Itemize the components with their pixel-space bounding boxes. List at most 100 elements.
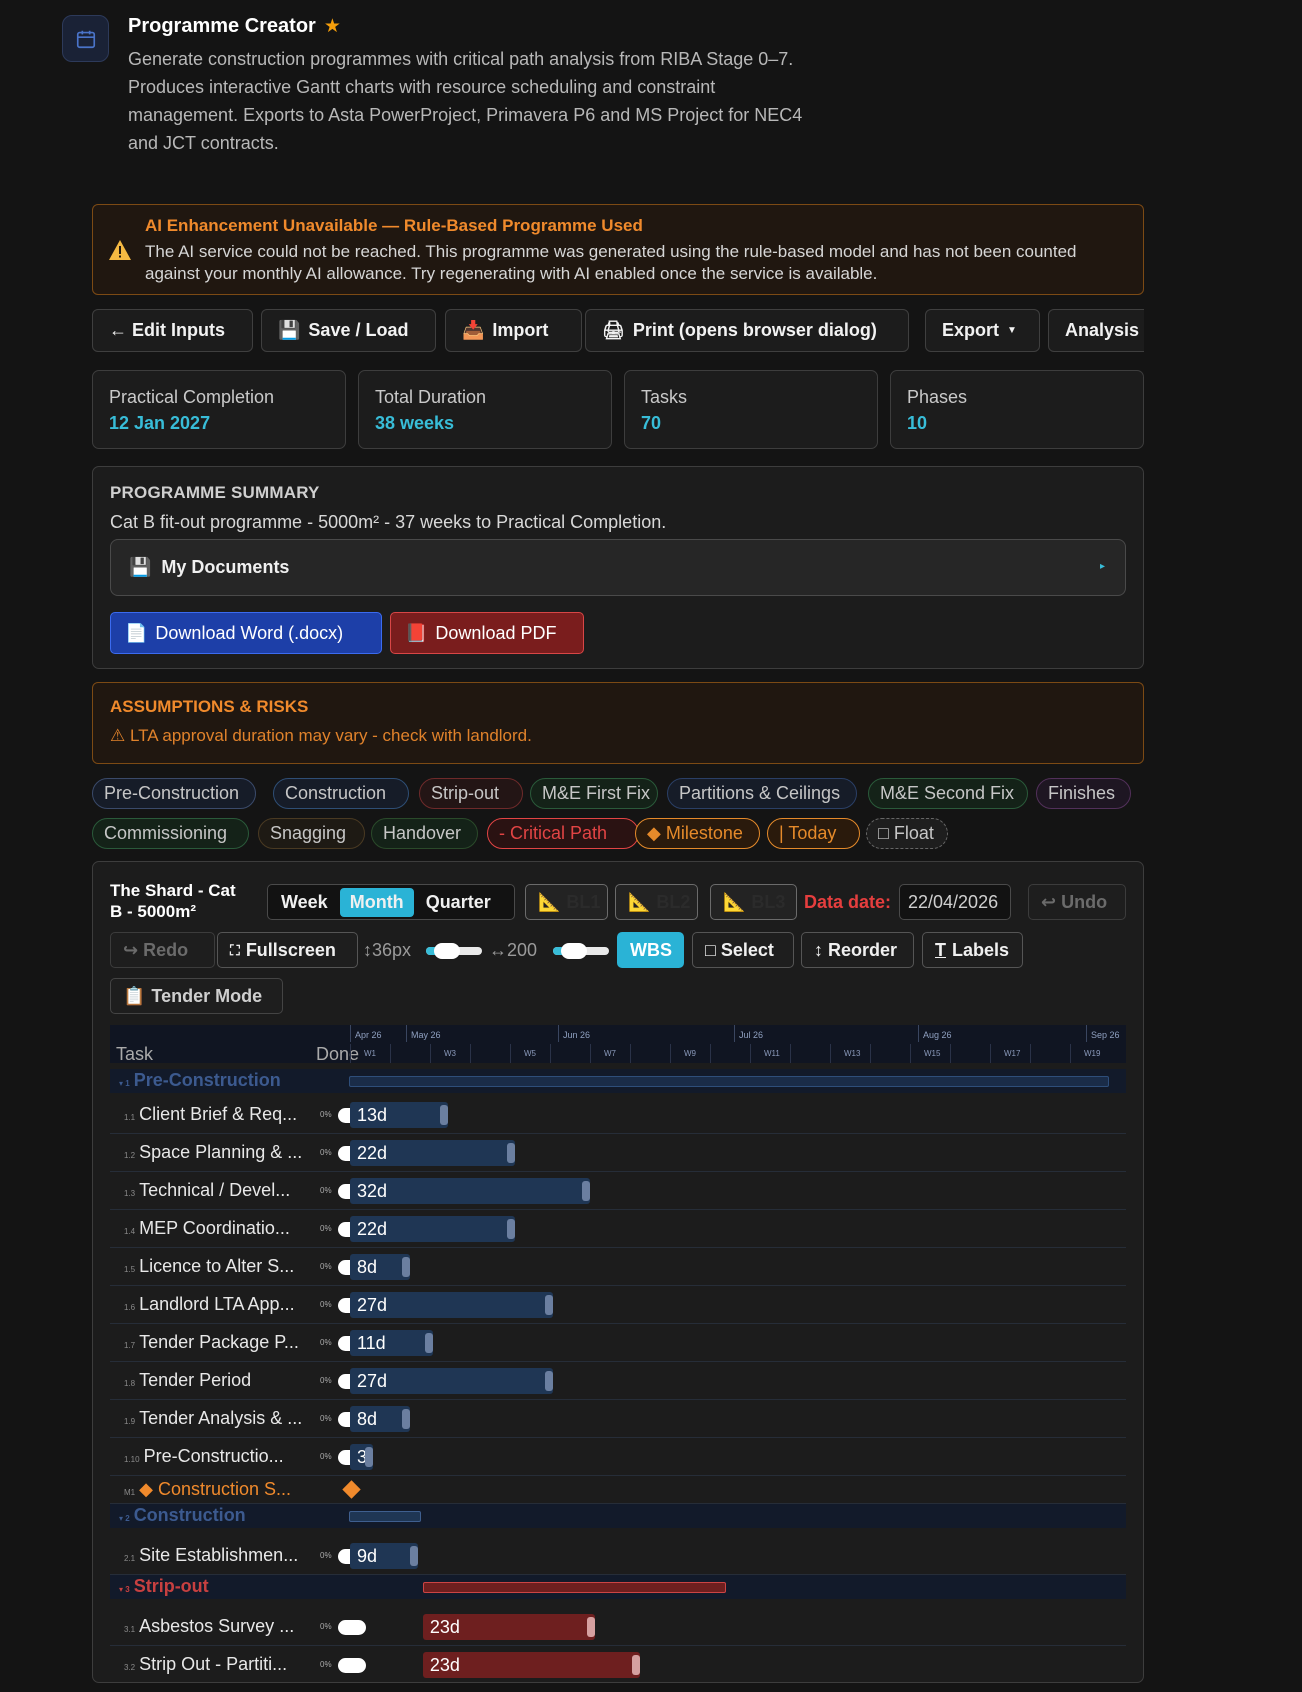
legend-chip[interactable]: Pre-Construction — [92, 778, 256, 809]
favorite-star-icon[interactable]: ★ — [324, 16, 341, 37]
task-name: 1.9 Tender Analysis & ... — [124, 1408, 302, 1429]
view-quarter-button[interactable]: Quarter — [416, 888, 501, 917]
task-bar[interactable]: 23d — [422, 1614, 596, 1640]
complete-toggle[interactable] — [338, 1658, 366, 1673]
redo-label: ↪ Redo — [123, 939, 189, 960]
phase-row[interactable]: ▾ 3 Strip-out — [110, 1575, 1126, 1599]
baseline-1-button[interactable]: 📐 BL1 — [525, 884, 608, 920]
task-row[interactable]: 1.1 Client Brief & Req... 0% 13d — [110, 1096, 1126, 1134]
task-row[interactable]: 1.7 Tender Package P... 0% 11d — [110, 1324, 1126, 1362]
phase-row[interactable]: ▾ 2 Construction — [110, 1504, 1126, 1528]
task-row[interactable]: 1.3 Technical / Devel... 0% 32d — [110, 1172, 1126, 1210]
column-width-slider[interactable] — [553, 943, 609, 959]
milestone-diamond-icon[interactable] — [342, 1480, 361, 1499]
my-documents-toggle[interactable]: 💾 My Documents ▸ — [110, 539, 1126, 596]
save-load-button[interactable]: 💾 Save / Load — [261, 309, 436, 352]
undo-button[interactable]: ↩ Undo — [1028, 884, 1126, 920]
clipboard-icon: 📋 — [123, 985, 146, 1006]
task-bar[interactable]: 32d — [350, 1178, 590, 1204]
download-pdf-button[interactable]: 📕 Download PDF — [390, 612, 584, 654]
legend-chip[interactable]: Partitions & Ceilings — [667, 778, 857, 809]
tender-mode-button[interactable]: 📋 Tender Mode — [110, 978, 283, 1014]
print-button[interactable]: 🖨 Print (opens browser dialog) — [585, 309, 909, 352]
analysis-button[interactable]: Analysis — [1048, 309, 1144, 352]
task-row[interactable]: 1.9 Tender Analysis & ... 0% 8d — [110, 1400, 1126, 1438]
set-square-icon: 📐 — [538, 891, 561, 912]
resize-handle[interactable] — [587, 1617, 596, 1637]
legend-chip[interactable]: | Today — [767, 818, 860, 849]
import-button[interactable]: 📥 Import — [445, 309, 582, 352]
task-row[interactable]: 1.8 Tender Period 0% 27d — [110, 1362, 1126, 1400]
resize-handle[interactable] — [544, 1295, 553, 1315]
fullscreen-label: Fullscreen — [245, 939, 336, 960]
task-bar[interactable]: 27d — [350, 1292, 553, 1318]
complete-toggle[interactable] — [338, 1620, 366, 1635]
task-row[interactable]: 2.1 Site Establishmen... 0% 9d — [110, 1537, 1126, 1575]
task-row[interactable]: 3.1 Asbestos Survey ... 0% 23d — [110, 1608, 1126, 1646]
task-bar[interactable]: 13d — [350, 1102, 448, 1128]
wbs-toggle[interactable]: WBS — [617, 932, 684, 968]
resize-handle[interactable] — [507, 1219, 515, 1239]
task-bar[interactable]: 9d — [350, 1543, 418, 1569]
view-month-button[interactable]: Month — [339, 887, 414, 917]
legend-chip[interactable]: Snagging — [258, 818, 365, 849]
baseline-2-button[interactable]: 📐 BL2 — [615, 884, 698, 920]
task-row[interactable]: 1.10Pre-Constructio... 0% 3d — [110, 1438, 1126, 1476]
redo-button[interactable]: ↪ Redo — [110, 932, 215, 968]
resize-handle[interactable] — [582, 1181, 590, 1201]
legend-chip[interactable]: Finishes — [1036, 778, 1131, 809]
resize-handle[interactable] — [632, 1655, 641, 1675]
slider-knob[interactable] — [561, 943, 587, 959]
resize-handle[interactable] — [364, 1447, 373, 1467]
legend-chip[interactable]: M&E First Fix — [530, 778, 658, 809]
task-name: 1.1 Client Brief & Req... — [124, 1104, 297, 1125]
legend-chip[interactable]: M&E Second Fix — [868, 778, 1028, 809]
task-bar[interactable]: 27d — [350, 1368, 553, 1394]
legend-chip[interactable]: □ Float — [866, 818, 948, 849]
phase-summary-bar[interactable] — [423, 1582, 726, 1593]
resize-handle[interactable] — [402, 1409, 410, 1429]
task-bar[interactable]: 22d — [350, 1216, 515, 1242]
task-row[interactable]: 3.2 Strip Out - Partiti... 0% 23d — [110, 1646, 1126, 1682]
labels-button[interactable]: T Labels — [922, 932, 1023, 968]
task-bar[interactable]: 23d — [422, 1652, 641, 1678]
legend-chip[interactable]: Strip-out — [419, 778, 523, 809]
resize-handle[interactable] — [409, 1546, 418, 1566]
slider-knob[interactable] — [434, 943, 460, 959]
legend-chip[interactable]: - Critical Path — [487, 818, 639, 849]
task-bar[interactable]: 8d — [350, 1254, 410, 1280]
resize-handle[interactable] — [439, 1105, 448, 1125]
task-row[interactable]: 1.4 MEP Coordinatio... 0% 22d — [110, 1210, 1126, 1248]
task-bar[interactable]: 11d — [350, 1330, 433, 1356]
phase-summary-bar[interactable] — [349, 1076, 1109, 1087]
task-bar[interactable]: 22d — [350, 1140, 515, 1166]
done-column-header: Done — [316, 1044, 360, 1064]
data-date-input[interactable]: 22/04/2026 — [899, 884, 1011, 920]
milestone-row[interactable]: M1 ◆ Construction S... — [110, 1476, 1126, 1504]
task-bar[interactable]: 3d — [350, 1444, 373, 1470]
view-week-button[interactable]: Week — [271, 888, 338, 917]
resize-handle[interactable] — [402, 1257, 410, 1277]
legend-chip[interactable]: ◆ Milestone — [635, 818, 760, 849]
reorder-button[interactable]: ↕ Reorder — [801, 932, 914, 968]
phase-summary-bar[interactable] — [349, 1511, 421, 1522]
resize-handle[interactable] — [507, 1143, 515, 1163]
legend-chip[interactable]: Handover — [371, 818, 478, 849]
month-label: Aug 26 — [923, 1030, 952, 1040]
baseline-3-button[interactable]: 📐 BL3 — [710, 884, 797, 920]
task-bar[interactable]: 8d — [350, 1406, 410, 1432]
task-row[interactable]: 1.5 Licence to Alter S... 0% 8d — [110, 1248, 1126, 1286]
legend-chip[interactable]: Construction — [273, 778, 409, 809]
export-dropdown[interactable]: Export ▼ — [925, 309, 1040, 352]
resize-handle[interactable] — [544, 1371, 553, 1391]
select-button[interactable]: □ Select — [692, 932, 794, 968]
resize-handle[interactable] — [424, 1333, 433, 1353]
phase-row[interactable]: ▾ 1 Pre-Construction — [110, 1069, 1126, 1093]
fullscreen-button[interactable]: ⛶ Fullscreen — [217, 932, 358, 968]
task-row[interactable]: 1.2 Space Planning & ... 0% 22d — [110, 1134, 1126, 1172]
download-word-button[interactable]: 📄 Download Word (.docx) — [110, 612, 382, 654]
edit-inputs-button[interactable]: ← Edit Inputs — [92, 309, 253, 352]
row-height-slider[interactable] — [426, 943, 482, 959]
legend-chip[interactable]: Commissioning — [92, 818, 249, 849]
task-row[interactable]: 1.6 Landlord LTA App... 0% 27d — [110, 1286, 1126, 1324]
